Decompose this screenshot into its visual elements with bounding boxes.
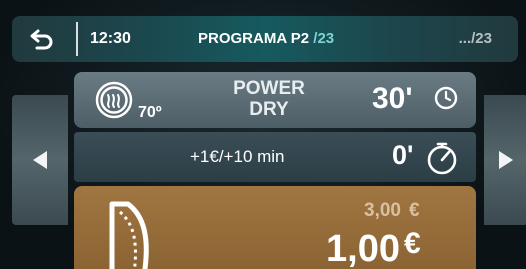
program-title: PROGRAMA P2 /23 <box>198 16 334 62</box>
triangle-right-icon <box>499 151 513 169</box>
header-divider <box>76 22 78 56</box>
drying-icon <box>95 81 133 119</box>
stopwatch-icon <box>427 142 457 175</box>
page-indicator: .../23 <box>458 30 492 47</box>
back-arrow-icon <box>30 29 53 50</box>
original-price: 3,00 € <box>364 200 420 222</box>
triangle-left-icon <box>33 151 47 169</box>
current-price-currency: € <box>403 227 421 260</box>
original-price-currency: € <box>408 200 420 221</box>
extra-time-label: +1€/+10 min <box>190 147 285 166</box>
program-name-line2: DRY <box>249 99 289 120</box>
program-name: POWER DRY <box>210 78 328 120</box>
original-price-value: 3,00 <box>364 200 401 221</box>
next-program-button[interactable] <box>484 95 526 225</box>
extra-time-value: 0' <box>392 140 414 170</box>
cup-icon <box>109 201 149 269</box>
back-button[interactable] <box>12 16 72 62</box>
program-card[interactable]: 70º POWER DRY 30' <box>74 72 476 128</box>
program-count: /23 <box>313 30 335 47</box>
header-bar: 12:30 PROGRAMA P2 /23 .../23 <box>12 16 518 62</box>
machine-screen: 12:30 PROGRAMA P2 /23 .../23 70º POWER D… <box>0 0 526 269</box>
current-price-value: 1,00 <box>326 228 400 269</box>
program-temperature: 70º <box>138 104 162 121</box>
previous-program-button[interactable] <box>12 95 68 225</box>
current-price: 1,00 € <box>326 227 421 269</box>
program-duration: 30' <box>372 82 413 115</box>
extra-time-row[interactable]: +1€/+10 min 0' <box>74 132 476 182</box>
program-name-line1: POWER <box>233 78 305 99</box>
clock-time: 12:30 <box>90 30 131 47</box>
clock-icon <box>434 86 458 110</box>
price-card: 3,00 € 1,00 € <box>74 186 476 269</box>
program-title-label: PROGRAMA P2 <box>198 30 314 47</box>
